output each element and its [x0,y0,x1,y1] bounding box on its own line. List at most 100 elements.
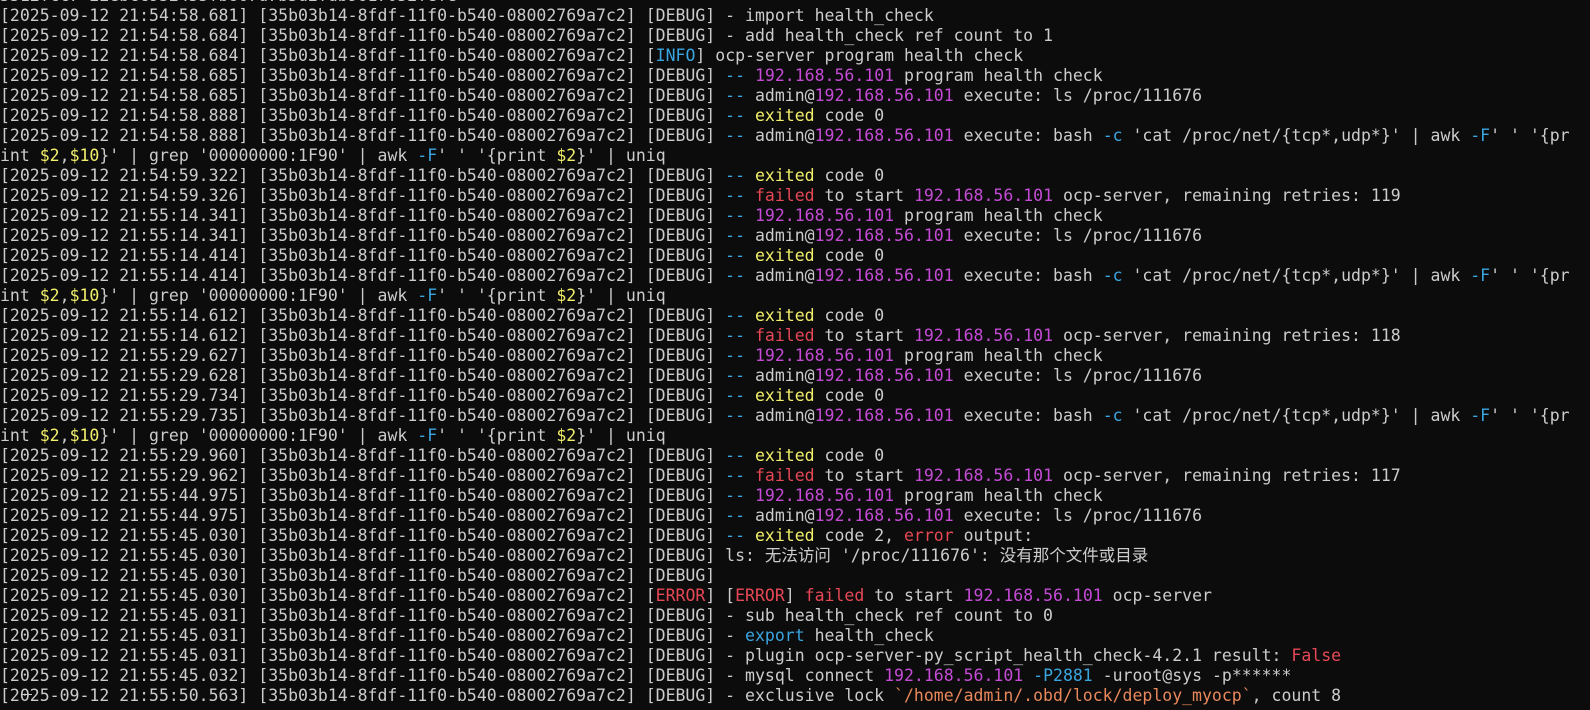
log-segment: code 0 [814,106,885,125]
log-segment-yellow: $2 [39,146,60,165]
log-line: [2025-09-12 21:55:29.627] [35b03b14-8fdf… [0,346,1590,366]
terminal-window[interactable]: 5312fcc7 22ebcc932455fb867d7b5d2fdb96170… [0,0,1590,710]
log-line: [2025-09-12 21:55:45.031] [35b03b14-8fdf… [0,646,1590,666]
log-segment: admin@ [745,266,815,285]
log-segment-yellow: exited [754,106,815,125]
log-line: [2025-09-12 21:55:45.030] [35b03b14-8fdf… [0,586,1590,606]
log-segment-cyan: -- [725,206,746,225]
log-segment: [2025-09-12 21:55:29.962] [35b03b14-8fdf… [0,466,726,485]
log-segment-yellow: $2 [556,426,577,445]
log-segment-magenta: 192.168.56.101 [754,346,895,365]
log-segment: ' ' '{pr [1490,406,1570,425]
log-segment-cyan: INFO [655,46,696,65]
log-line: [2025-09-12 21:54:58.684] [35b03b14-8fdf… [0,26,1590,46]
log-segment: [2025-09-12 21:54:59.326] [35b03b14-8fdf… [0,186,726,205]
log-segment-cyan: -- [725,246,746,265]
log-segment: , [59,146,70,165]
log-segment: ocp-server, remaining retries: 119 [1053,186,1401,205]
log-segment: 5312fcc7 22ebcc932455fb867d7b5d2fdb96170… [0,0,457,5]
log-segment [745,386,755,405]
log-segment: [2025-09-12 21:54:58.684] [35b03b14-8fdf… [0,26,1053,45]
log-segment: [2025-09-12 21:54:59.322] [35b03b14-8fdf… [0,166,726,185]
log-segment [745,66,755,85]
log-line: [2025-09-12 21:54:58.888] [35b03b14-8fdf… [0,126,1590,146]
log-segment: execute: ls /proc/111676 [953,366,1203,385]
text-cursor [22,694,32,695]
log-segment: , count 8 [1251,686,1342,705]
log-segment-yellow: exited [754,306,815,325]
log-segment: output: [953,526,1034,545]
log-line: [2025-09-12 21:54:58.888] [35b03b14-8fdf… [0,106,1590,126]
log-segment: [2025-09-12 21:55:14.341] [35b03b14-8fdf… [0,226,726,245]
log-line: int $2,$10}' | grep '00000000:1F90' | aw… [0,286,1590,306]
log-line: [2025-09-12 21:55:45.031] [35b03b14-8fdf… [0,626,1590,646]
log-segment: admin@ [745,86,815,105]
log-line: [2025-09-12 21:55:45.030] [35b03b14-8fdf… [0,526,1590,546]
log-segment: program health check [894,206,1103,225]
log-segment [745,106,755,125]
log-line: [2025-09-12 21:55:29.734] [35b03b14-8fdf… [0,386,1590,406]
log-segment: ] ocp-server program health check [695,46,1024,65]
log-segment-cyan: -- [725,346,746,365]
log-segment-red: ERROR [735,586,785,605]
log-segment-red: failed [804,586,865,605]
log-segment-magenta: 192.168.56.101 [754,206,895,225]
log-line: [2025-09-12 21:55:45.030] [35b03b14-8fdf… [0,566,1590,586]
log-segment: -uroot@sys -p****** [1092,666,1292,685]
log-segment-magenta: 192.168.56.101 [913,466,1054,485]
log-segment-yellow: $2 [39,426,60,445]
log-segment: ' ' '{print [437,426,557,445]
log-line: [2025-09-12 21:54:58.681] [35b03b14-8fdf… [0,6,1590,26]
log-segment: [2025-09-12 21:54:58.888] [35b03b14-8fdf… [0,106,726,125]
log-segment: }' | uniq [576,146,666,165]
log-segment: ' ' '{print [437,146,557,165]
log-segment: [2025-09-12 21:54:58.685] [35b03b14-8fdf… [0,66,726,85]
log-segment: ] [ [705,586,736,605]
log-segment: to start [814,466,914,485]
log-segment: execute: bash [953,126,1103,145]
log-segment: ' ' '{pr [1490,266,1570,285]
log-line: [2025-09-12 21:55:29.962] [35b03b14-8fdf… [0,466,1590,486]
log-segment-cyan: -- [725,86,746,105]
log-segment: code 0 [814,386,885,405]
log-segment-cyan: -- [725,406,746,425]
log-line: [2025-09-12 21:55:14.414] [35b03b14-8fdf… [0,246,1590,266]
log-segment-cyan: -- [725,526,746,545]
log-segment: [2025-09-12 21:55:45.030] [35b03b14-8fdf… [0,586,656,605]
log-segment: execute: bash [953,266,1103,285]
log-segment: 'cat /proc/net/{tcp*,udp*}' | awk [1122,266,1471,285]
log-segment [1023,666,1033,685]
log-segment: }' | grep '00000000:1F90' | awk [99,146,418,165]
log-segment-yellow: $10 [69,286,100,305]
log-segment: ' ' '{pr [1490,126,1570,145]
log-segment: [2025-09-12 21:55:29.960] [35b03b14-8fdf… [0,446,726,465]
log-segment: [2025-09-12 21:55:45.030] [35b03b14-8fdf… [0,546,1149,565]
log-line: int $2,$10}' | grep '00000000:1F90' | aw… [0,146,1590,166]
log-segment-cyan: -- [725,306,746,325]
log-segment: ocp-server, remaining retries: 117 [1053,466,1401,485]
log-segment: [2025-09-12 21:55:14.612] [35b03b14-8fdf… [0,326,726,345]
log-segment [745,526,755,545]
log-segment-cyan: -- [725,366,746,385]
log-segment: [2025-09-12 21:54:58.681] [35b03b14-8fdf… [0,6,934,25]
log-segment: ' ' '{print [437,286,557,305]
log-line: [2025-09-12 21:55:14.612] [35b03b14-8fdf… [0,306,1590,326]
log-segment-magenta: 192.168.56.101 [814,226,954,245]
log-segment-red: error [904,526,954,545]
log-segment: health_check [804,626,934,645]
log-line: [2025-09-12 21:54:58.685] [35b03b14-8fdf… [0,66,1590,86]
log-segment: code 0 [814,246,885,265]
log-segment-cyan: -F [1470,406,1491,425]
log-segment-cyan: -- [725,126,746,145]
log-segment: [2025-09-12 21:54:58.888] [35b03b14-8fdf… [0,126,726,145]
log-segment: , [59,426,70,445]
log-segment: ] [784,586,805,605]
log-segment-yellow: $10 [69,146,100,165]
log-segment-cyan: export [745,626,805,645]
log-segment-yellow: $10 [69,426,100,445]
log-segment-red: ERROR [655,586,706,605]
log-segment: int [0,426,40,445]
log-segment [745,186,755,205]
log-segment: 'cat /proc/net/{tcp*,udp*}' | awk [1122,406,1471,425]
log-segment [745,206,755,225]
